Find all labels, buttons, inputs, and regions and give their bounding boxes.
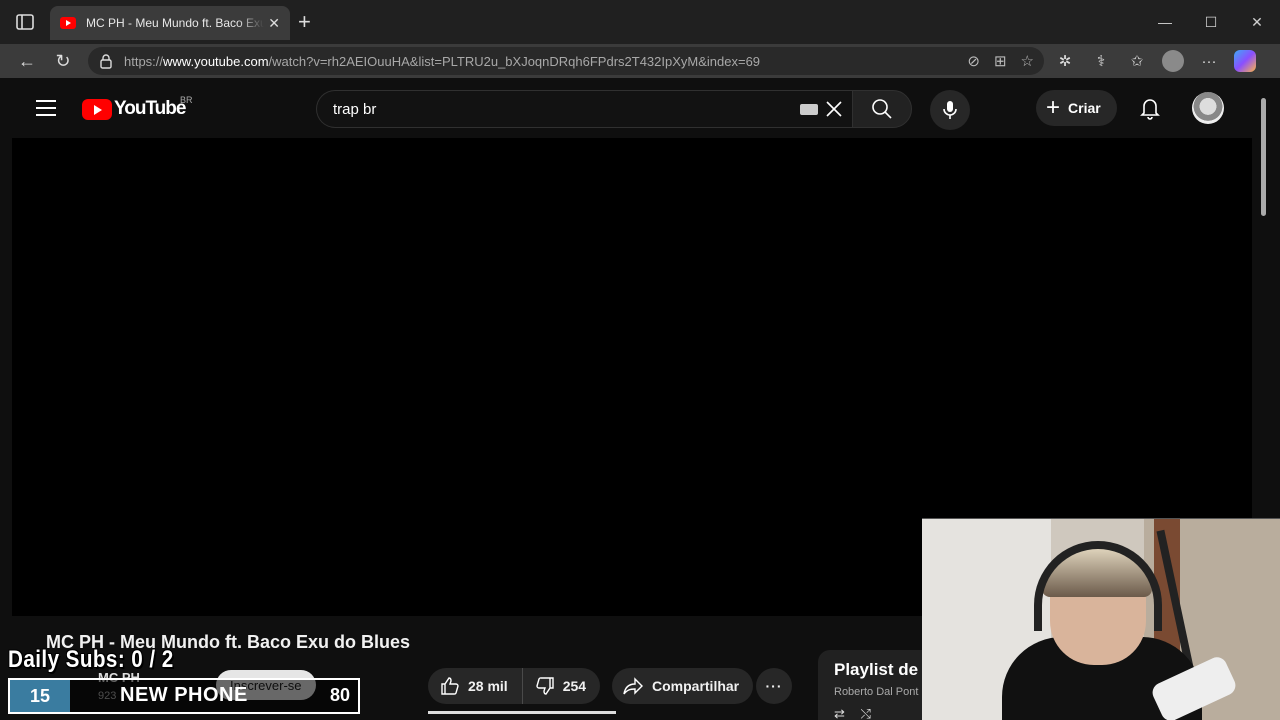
browser-extensions-area: ✲ ⚕ ✩ ··· [1054, 50, 1256, 72]
goal-left-value: 15 [10, 680, 70, 712]
thumbs-up-icon [441, 677, 459, 695]
address-bar-icons: ⊘ ⊞ ☆ [967, 52, 1034, 70]
search-input[interactable]: trap br [316, 90, 852, 128]
hamburger-menu-icon[interactable] [36, 100, 56, 116]
country-code: BR [180, 95, 193, 105]
loading-progress-bar [428, 711, 616, 714]
favorites-icon[interactable]: ✩ [1126, 50, 1148, 72]
browser-tab-strip: MC PH - Meu Mundo ft. Baco Exu do Blues … [0, 0, 1280, 44]
dislike-button[interactable]: 254 [523, 676, 598, 696]
search-button[interactable] [852, 90, 912, 128]
copilot-icon[interactable] [1234, 50, 1256, 72]
tab-close-icon[interactable]: ✕ [268, 15, 280, 32]
playlist-panel: Playlist de Roberto Dal Pont ⇄ ⤭ [818, 650, 938, 720]
youtube-logo-text: YouTube [114, 98, 186, 119]
dislike-count: 254 [562, 678, 587, 694]
like-dislike-group: 28 mil 254 [428, 668, 600, 704]
goal-right-value: 80 [329, 685, 350, 705]
share-button[interactable]: Compartilhar [612, 668, 754, 704]
performance-icon[interactable]: ⚕ [1090, 50, 1112, 72]
share-arrow-icon [623, 677, 643, 695]
page-scrollbar-thumb[interactable] [1261, 98, 1266, 216]
browser-tab-active[interactable]: MC PH - Meu Mundo ft. Baco Exu do Blues … [50, 6, 290, 40]
window-controls: — ☐ ✕ [1142, 0, 1280, 44]
more-menu-icon[interactable]: ··· [1198, 50, 1220, 72]
back-arrow-icon[interactable]: ← [14, 48, 40, 74]
search-query: trap br [333, 100, 377, 118]
search-icon [872, 99, 892, 119]
youtube-favicon-icon [60, 17, 76, 29]
youtube-header: YouTube BR trap br + Criar [0, 78, 1260, 138]
microphone-icon [943, 101, 957, 119]
lock-icon[interactable] [98, 53, 114, 69]
account-avatar[interactable] [1192, 92, 1224, 124]
more-actions-button[interactable]: ··· [756, 668, 792, 704]
goal-label: NEW PHONE [120, 684, 248, 706]
stream-goal-bar: 15 NEW PHONE 80 [8, 678, 360, 714]
create-label: Criar [1068, 100, 1101, 116]
extensions-puzzle-icon[interactable]: ✲ [1054, 50, 1076, 72]
like-count: 28 mil [468, 678, 508, 694]
favorite-star-icon[interactable]: ☆ [1021, 52, 1034, 70]
reload-icon[interactable]: ↻ [50, 48, 76, 74]
create-button[interactable]: + Criar [1036, 90, 1117, 126]
voice-search-button[interactable] [930, 90, 970, 130]
tab-actions-icon[interactable] [14, 12, 36, 32]
thumbs-down-icon [536, 677, 554, 695]
like-button[interactable]: 28 mil [428, 668, 523, 704]
close-window-icon[interactable]: ✕ [1234, 0, 1280, 44]
notifications-bell-icon[interactable] [1138, 96, 1162, 120]
new-tab-button[interactable]: + [298, 10, 311, 34]
streamer-webcam [922, 518, 1280, 720]
tracking-prevention-icon[interactable]: ⊘ [967, 52, 980, 70]
youtube-logo[interactable]: YouTube [82, 98, 186, 120]
app-available-icon[interactable]: ⊞ [994, 52, 1007, 70]
keyboard-icon[interactable] [800, 104, 818, 115]
youtube-play-logo-icon [82, 98, 112, 120]
maximize-icon[interactable]: ☐ [1188, 0, 1234, 44]
browser-toolbar: ← ↻ https://www.youtube.com/watch?v=rh2A… [0, 44, 1280, 78]
browser-profile-avatar[interactable] [1162, 50, 1184, 72]
url-text: https://www.youtube.com/watch?v=rh2AEIOu… [124, 53, 761, 69]
minimize-icon[interactable]: — [1142, 0, 1188, 44]
daily-subs-overlay: Daily Subs: 0 / 2 [8, 646, 174, 673]
clear-search-icon[interactable] [822, 97, 846, 121]
plus-icon: + [1046, 94, 1061, 121]
share-label: Compartilhar [652, 678, 740, 694]
tab-title: MC PH - Meu Mundo ft. Baco Exu do Blues [86, 16, 264, 30]
address-bar[interactable]: https://www.youtube.com/watch?v=rh2AEIOu… [88, 47, 1044, 75]
